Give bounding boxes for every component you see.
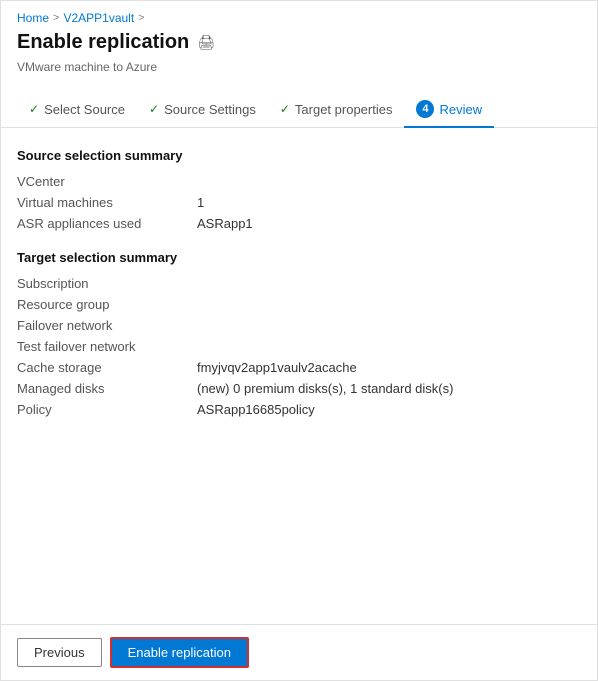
source-section-title: Source selection summary [17,148,581,163]
value-policy: ASRapp16685policy [197,402,315,417]
breadcrumb-home[interactable]: Home [17,11,49,25]
table-row: Cache storage fmyjvqv2app1vaulv2acache [17,357,581,378]
breadcrumb-sep1: > [53,12,59,24]
page-subtitle: VMware machine to Azure [1,60,597,84]
table-row: Resource group [17,294,581,315]
previous-button[interactable]: Previous [17,638,102,667]
breadcrumb-sep2: > [138,12,144,24]
tab-check-target-properties: ✓ [280,102,290,116]
tab-check-source-settings: ✓ [149,102,159,116]
label-resource-group: Resource group [17,297,197,312]
tab-target-properties[interactable]: ✓ Target properties [268,94,405,127]
table-row: Subscription [17,273,581,294]
tab-select-source[interactable]: ✓ Select Source [17,94,137,127]
value-virtual-machines: 1 [197,195,204,210]
label-subscription: Subscription [17,276,197,291]
tab-check-select-source: ✓ [29,102,39,116]
label-asr-appliances: ASR appliances used [17,216,197,231]
table-row: Failover network [17,315,581,336]
value-cache-storage: fmyjvqv2app1vaulv2acache [197,360,357,375]
label-failover-network: Failover network [17,318,197,333]
label-policy: Policy [17,402,197,417]
table-row: VCenter [17,171,581,192]
tab-label-target-properties: Target properties [295,102,393,117]
target-summary-table: Subscription Resource group Failover net… [17,273,581,420]
tab-label-select-source: Select Source [44,102,125,117]
tab-review[interactable]: 4 Review [404,92,494,128]
tab-source-settings[interactable]: ✓ Source Settings [137,94,268,127]
label-vcenter: VCenter [17,174,197,189]
tab-label-review: Review [439,102,482,117]
content-area: Source selection summary VCenter Virtual… [1,128,597,624]
print-icon[interactable]: 🖨 [197,34,215,51]
tab-num-review: 4 [416,100,434,118]
label-virtual-machines: Virtual machines [17,195,197,210]
table-row: Virtual machines 1 [17,192,581,213]
label-managed-disks: Managed disks [17,381,197,396]
page-title: Enable replication [17,31,189,54]
value-asr-appliances: ASRapp1 [197,216,253,231]
table-row: Managed disks (new) 0 premium disks(s), … [17,378,581,399]
page-header: Enable replication 🖨 [1,29,597,60]
footer: Previous Enable replication [1,624,597,680]
breadcrumb: Home > V2APP1vault > [1,1,597,29]
target-section-title: Target selection summary [17,250,581,265]
label-cache-storage: Cache storage [17,360,197,375]
table-row: Test failover network [17,336,581,357]
label-test-failover-network: Test failover network [17,339,197,354]
breadcrumb-vault[interactable]: V2APP1vault [63,11,134,25]
table-row: ASR appliances used ASRapp1 [17,213,581,234]
table-row: Policy ASRapp16685policy [17,399,581,420]
source-summary-table: VCenter Virtual machines 1 ASR appliance… [17,171,581,234]
enable-replication-button[interactable]: Enable replication [110,637,249,668]
value-managed-disks: (new) 0 premium disks(s), 1 standard dis… [197,381,453,396]
wizard-tabs: ✓ Select Source ✓ Source Settings ✓ Targ… [1,84,597,128]
tab-label-source-settings: Source Settings [164,102,256,117]
